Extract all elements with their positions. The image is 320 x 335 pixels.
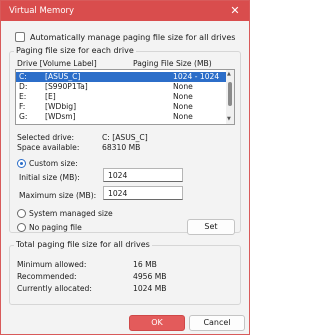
space-available-label: Space available: xyxy=(17,143,80,152)
initial-size-label: Initial size (MB): xyxy=(19,173,80,182)
scroll-thumb[interactable] xyxy=(228,82,232,106)
window-title: Virtual Memory xyxy=(9,6,75,16)
system-managed-label: System managed size xyxy=(29,209,113,218)
drive-row-d[interactable]: D: [S990P1Ta] None xyxy=(16,82,227,92)
minimum-allowed-value: 16 MB xyxy=(133,260,157,269)
drives-group-label: Paging file size for each drive xyxy=(14,46,136,55)
auto-manage-label: Automatically manage paging file size fo… xyxy=(30,32,236,42)
currently-allocated-value: 1024 MB xyxy=(133,284,167,293)
initial-size-input[interactable]: 1024 xyxy=(103,168,183,182)
drive-letter: E: xyxy=(19,92,27,101)
drive-label: [S990P1Ta] xyxy=(45,82,88,91)
col-drive-header: Drive [Volume Label] xyxy=(17,59,97,68)
space-available-value: 68310 MB xyxy=(102,143,141,152)
drive-row-f[interactable]: F: [WDbig] None xyxy=(16,102,227,112)
drive-letter: G: xyxy=(19,112,28,121)
drive-size: None xyxy=(173,102,193,111)
scroll-up-icon[interactable]: ▲ xyxy=(227,71,231,77)
custom-size-radio[interactable] xyxy=(17,159,26,168)
drive-list-scrollbar[interactable]: ▲ ▼ xyxy=(226,70,234,124)
maximum-size-input[interactable]: 1024 xyxy=(103,186,183,200)
recommended-value: 4956 MB xyxy=(133,272,167,281)
drive-label: [ASUS_C] xyxy=(45,72,81,81)
ok-button[interactable]: OK xyxy=(129,315,185,331)
drive-row-e[interactable]: E: [E] None xyxy=(16,92,227,102)
selected-drive-value: C: [ASUS_C] xyxy=(102,133,148,142)
drive-list[interactable]: C: [ASUS_C] 1024 - 1024 D: [S990P1Ta] No… xyxy=(15,69,235,125)
checkbox-box[interactable] xyxy=(15,32,25,42)
drive-size: None xyxy=(173,82,193,91)
auto-manage-checkbox[interactable]: Automatically manage paging file size fo… xyxy=(15,31,235,43)
col-size-header: Paging File Size (MB) xyxy=(133,59,212,68)
drive-label: [WDsm] xyxy=(45,112,76,121)
cancel-button[interactable]: Cancel xyxy=(189,315,245,331)
set-button[interactable]: Set xyxy=(187,219,235,235)
drive-label: [E] xyxy=(45,92,56,101)
totals-group-label: Total paging file size for all drives xyxy=(14,240,152,249)
drive-letter: D: xyxy=(19,82,28,91)
drive-size: None xyxy=(173,112,193,121)
drive-label: [WDbig] xyxy=(45,102,77,111)
drive-size: None xyxy=(173,92,193,101)
scroll-down-icon[interactable]: ▼ xyxy=(227,116,231,122)
recommended-label: Recommended: xyxy=(17,272,77,281)
minimum-allowed-label: Minimum allowed: xyxy=(17,260,87,269)
close-icon[interactable]: ✕ xyxy=(221,1,249,21)
custom-size-label: Custom size: xyxy=(29,159,78,168)
title-bar[interactable]: Virtual Memory ✕ xyxy=(1,1,249,21)
currently-allocated-label: Currently allocated: xyxy=(17,284,92,293)
selected-drive-label: Selected drive: xyxy=(17,133,75,142)
drive-size: 1024 - 1024 xyxy=(173,72,220,81)
virtual-memory-dialog: Virtual Memory ✕ Automatically manage pa… xyxy=(0,0,250,335)
system-managed-radio[interactable] xyxy=(17,209,26,218)
drive-letter: C: xyxy=(19,72,27,81)
drive-letter: F: xyxy=(19,102,26,111)
no-paging-radio[interactable] xyxy=(17,223,26,232)
no-paging-label: No paging file xyxy=(29,223,82,232)
drive-row-g[interactable]: G: [WDsm] None xyxy=(16,112,227,122)
maximum-size-label: Maximum size (MB): xyxy=(19,191,97,200)
drive-row-c[interactable]: C: [ASUS_C] 1024 - 1024 xyxy=(16,72,227,82)
